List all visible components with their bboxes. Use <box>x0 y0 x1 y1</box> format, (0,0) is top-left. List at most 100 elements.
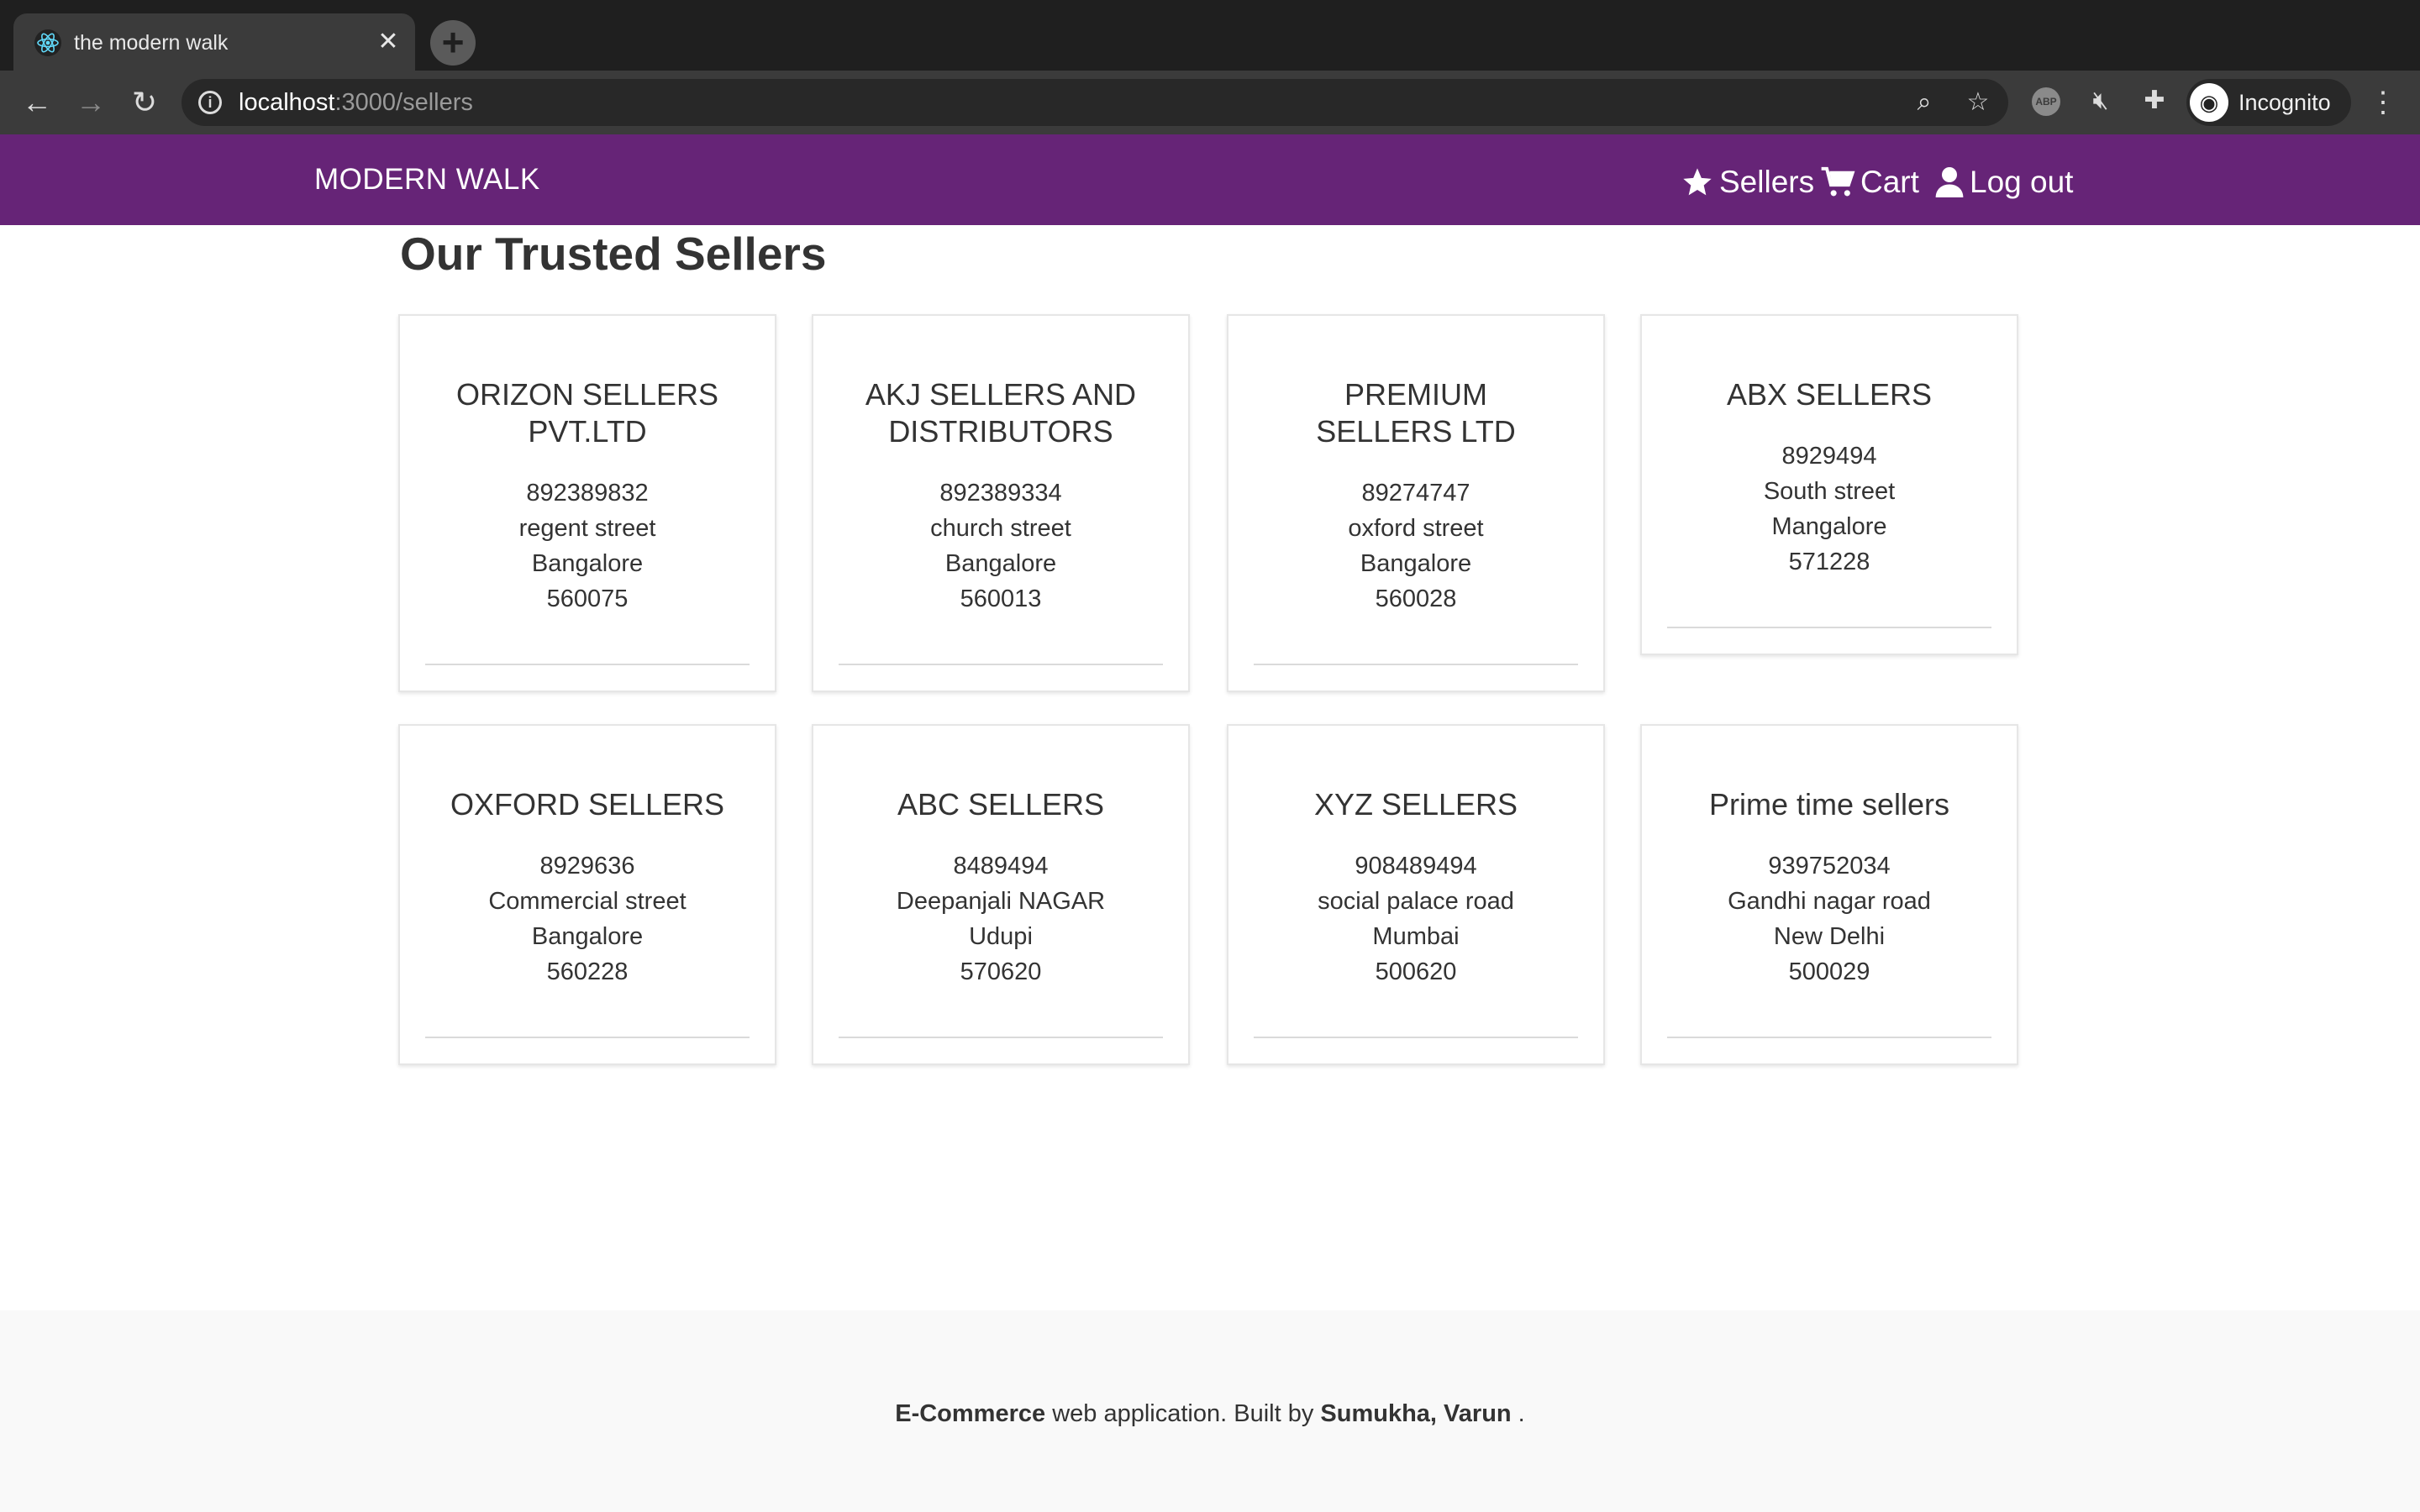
seller-card[interactable]: ABX SELLERS 8929494 South street Mangalo… <box>1640 314 2018 655</box>
user-icon <box>1935 167 1964 197</box>
browser-menu-icon[interactable]: ⋮ <box>2368 86 2398 119</box>
seller-city: Bangalore <box>531 923 644 950</box>
seller-name: XYZ SELLERS <box>1313 787 1518 822</box>
nav-logout-link[interactable]: Log out <box>1934 165 2073 200</box>
card-divider <box>839 1037 1163 1038</box>
footer-app-name: E-Commerce <box>895 1400 1046 1427</box>
incognito-profile-button[interactable]: ◉ Incognito <box>2186 79 2351 126</box>
bookmark-star-icon[interactable]: ☆ <box>1963 87 1993 118</box>
browser-tab[interactable]: the modern walk ✕ <box>13 13 415 71</box>
seller-pincode: 560028 <box>1375 585 1457 612</box>
seller-city: Udupi <box>969 923 1033 950</box>
seller-name: ABC SELLERS <box>897 787 1105 822</box>
nav-cart-label: Cart <box>1860 165 1919 199</box>
seller-pincode: 560075 <box>546 585 629 612</box>
seller-street: oxford street <box>1348 515 1484 542</box>
seller-info: 89274747 oxford street Bangalore 560028 <box>1228 475 1603 617</box>
card-divider <box>1254 664 1578 665</box>
seller-phone: 8929494 <box>1781 443 1877 470</box>
seller-phone: 892389832 <box>526 480 649 507</box>
card-divider <box>425 1037 750 1038</box>
seller-name: OXFORD SELLERS <box>450 787 725 822</box>
seller-street: social palace road <box>1318 888 1514 915</box>
seller-name: ABX SELLERS <box>1726 377 1933 412</box>
seller-info: 892389832 regent street Bangalore 560075 <box>400 475 775 617</box>
seller-pincode: 500620 <box>1375 958 1457 985</box>
browser-tab-strip: the modern walk ✕ + <box>0 0 2420 71</box>
back-icon[interactable]: ← <box>17 82 57 123</box>
seller-street: Gandhi nagar road <box>1728 888 1931 915</box>
seller-info: 8489494 Deepanjali NAGAR Udupi 570620 <box>813 848 1188 990</box>
footer-text: E-Commerce web application. Built by Sum… <box>0 1399 2420 1428</box>
seller-street: regent street <box>518 515 656 542</box>
forward-icon[interactable]: → <box>71 82 111 123</box>
seller-card[interactable]: Prime time sellers 939752034 Gandhi naga… <box>1640 724 2018 1065</box>
seller-card[interactable]: XYZ SELLERS 908489494 social palace road… <box>1227 724 1605 1065</box>
app-navbar: MODERN WALK Sellers Cart Log out <box>0 134 2420 225</box>
incognito-icon: ◉ <box>2190 83 2228 122</box>
new-tab-button[interactable]: + <box>430 20 476 66</box>
star-icon <box>1683 168 1712 196</box>
seller-city: Mumbai <box>1372 923 1460 950</box>
seller-info: 939752034 Gandhi nagar road New Delhi 50… <box>1642 848 2017 990</box>
seller-city: Bangalore <box>531 550 644 577</box>
address-bar[interactable]: i localhost:3000/sellers ⌕ ☆ <box>182 79 2008 126</box>
seller-pincode: 570620 <box>960 958 1042 985</box>
zoom-icon[interactable]: ⌕ <box>1909 87 1939 118</box>
brand-logo[interactable]: MODERN WALK <box>314 163 540 197</box>
seller-pincode: 560013 <box>960 585 1042 612</box>
seller-phone: 8489494 <box>953 853 1049 879</box>
react-icon <box>34 29 61 56</box>
seller-street: South street <box>1763 478 1896 505</box>
card-divider <box>1254 1037 1578 1038</box>
seller-street: church street <box>930 515 1071 542</box>
nav-sellers-link[interactable]: Sellers <box>1681 165 1814 200</box>
seller-card[interactable]: AKJ SELLERS AND DISTRIBUTORS 892389334 c… <box>812 314 1190 692</box>
nav-sellers-label: Sellers <box>1719 165 1815 199</box>
seller-name: Prime time sellers <box>1708 787 1950 822</box>
seller-card[interactable]: ABC SELLERS 8489494 Deepanjali NAGAR Udu… <box>812 724 1190 1065</box>
seller-info: 8929636 Commercial street Bangalore 5602… <box>400 848 775 990</box>
seller-city: Mangalore <box>1771 513 1887 540</box>
nav-logout-label: Log out <box>1970 165 2074 199</box>
seller-pincode: 500029 <box>1788 958 1870 985</box>
seller-phone: 939752034 <box>1768 853 1891 879</box>
seller-pincode: 571228 <box>1788 549 1870 575</box>
seller-street: Commercial street <box>488 888 687 915</box>
cart-icon <box>1821 166 1855 197</box>
seller-phone: 892389334 <box>939 480 1062 507</box>
card-divider <box>839 664 1163 665</box>
seller-name: PREMIUM SELLERS LTD <box>1316 377 1516 449</box>
site-info-icon[interactable]: i <box>198 91 222 114</box>
seller-name: ORIZON SELLERS PVT.LTD <box>455 377 719 449</box>
seller-card[interactable]: ORIZON SELLERS PVT.LTD 892389832 regent … <box>398 314 776 692</box>
seller-pincode: 560228 <box>546 958 629 985</box>
reload-icon[interactable]: ↻ <box>124 82 165 123</box>
seller-info: 892389334 church street Bangalore 560013 <box>813 475 1188 617</box>
seller-card[interactable]: OXFORD SELLERS 8929636 Commercial street… <box>398 724 776 1065</box>
close-tab-icon[interactable]: ✕ <box>373 27 403 57</box>
extensions-puzzle-icon[interactable]: ✚ <box>2139 86 2170 116</box>
seller-card[interactable]: PREMIUM SELLERS LTD 89274747 oxford stre… <box>1227 314 1605 692</box>
seller-name: AKJ SELLERS AND DISTRIBUTORS <box>865 377 1137 449</box>
seller-info: 8929494 South street Mangalore 571228 <box>1642 438 2017 580</box>
seller-phone: 8929636 <box>539 853 635 879</box>
card-divider <box>425 664 750 665</box>
seller-phone: 908489494 <box>1355 853 1477 879</box>
seller-city: Bangalore <box>944 550 1057 577</box>
tab-title: the modern walk <box>74 31 229 55</box>
mute-icon[interactable]: 🔇︎ <box>2086 86 2116 116</box>
seller-city: Bangalore <box>1360 550 1472 577</box>
footer-text-end: . <box>1511 1400 1525 1427</box>
page-footer: E-Commerce web application. Built by Sum… <box>0 1310 2420 1512</box>
card-divider <box>1667 1037 1991 1038</box>
seller-phone: 89274747 <box>1361 480 1470 507</box>
card-divider <box>1667 627 1991 628</box>
seller-city: New Delhi <box>1773 923 1886 950</box>
adblock-extension-icon[interactable]: ABP <box>2032 87 2060 116</box>
nav-cart-link[interactable]: Cart <box>1820 165 1919 200</box>
url-text[interactable]: localhost:3000/sellers <box>239 89 473 116</box>
seller-street: Deepanjali NAGAR <box>896 888 1106 915</box>
seller-info: 908489494 social palace road Mumbai 5006… <box>1228 848 1603 990</box>
page-title: Our Trusted Sellers <box>400 228 827 280</box>
